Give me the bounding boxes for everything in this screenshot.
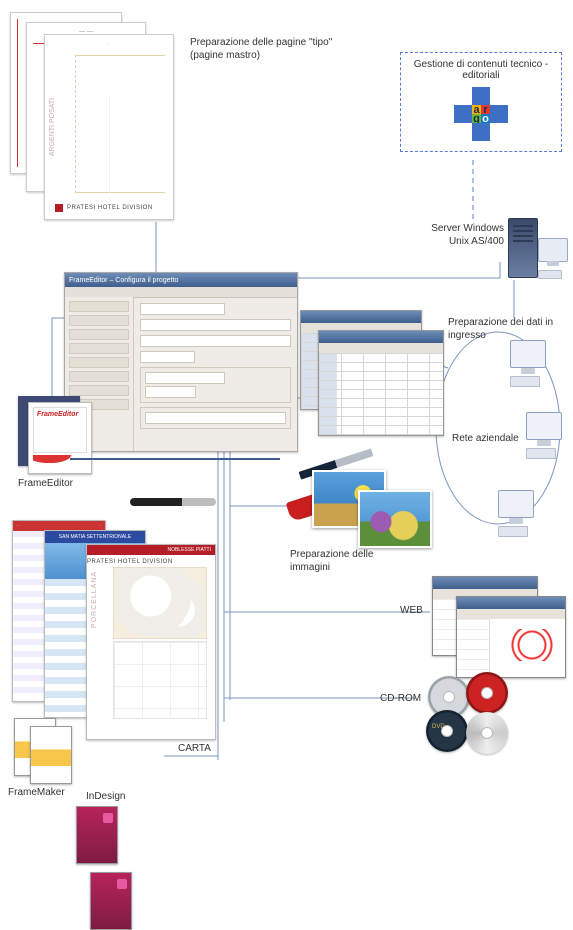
catalog-footer: PRATESI HOTEL DIVISION [87, 555, 215, 566]
catalog-plates-photo [113, 567, 207, 639]
brand-square-icon [55, 204, 63, 212]
label-indesign: InDesign [86, 790, 125, 803]
indesign-box-2 [90, 872, 132, 930]
frameeditor-box-title: FrameEditor [37, 411, 78, 418]
sample-photo-2 [358, 490, 432, 548]
window-title: FrameEditor – Configura il progetto [65, 273, 297, 287]
label-server: Server Windows Unix AS/400 [418, 222, 504, 248]
catalog-tab-text: PORCELLANA [91, 571, 98, 628]
label-data-input: Preparazione dei dati in ingresso [448, 316, 558, 342]
cd-icon-2 [466, 672, 508, 714]
divider [70, 458, 280, 460]
brand-footer-text: PRATESI HOTEL DIVISION [67, 205, 153, 211]
workstation-1 [510, 340, 546, 387]
label-cdrom: CD-ROM [380, 692, 421, 705]
swirl-logo-icon [507, 629, 557, 661]
label-master-pages: Preparazione delle pagine "tipo" (pagine… [190, 36, 340, 62]
label-carta: CARTA [178, 742, 211, 755]
label-image-prep: Preparazione delle immagini [290, 548, 390, 574]
catalog-icon-grid [113, 641, 207, 719]
label-network: Rete aziendale [452, 432, 532, 445]
server-rack [508, 218, 538, 278]
frameeditor-window: FrameEditor – Configura il progetto [64, 272, 298, 452]
catalog-footer-text: PRATESI HOTEL DIVISION [87, 559, 173, 565]
indesign-box [76, 806, 118, 864]
server-monitor [538, 238, 568, 279]
label-content-management: Gestione di contenuti tecnico - editoria… [411, 59, 551, 81]
page-footer: PRATESI HOTEL DIVISION [55, 203, 163, 213]
spreadsheet-front [318, 330, 444, 436]
workstation-3 [498, 490, 534, 537]
page-header-text: · [108, 41, 110, 47]
keyboard-icon [538, 270, 562, 279]
cd-icon-3: DVD [426, 710, 468, 752]
travel-doc-title: SAN MATIA SETTENTRIONALE [45, 531, 145, 543]
frameeditor-box-front: FrameEditor [28, 402, 92, 474]
output-doc-catalog: NOBLESSE PIATTI PORCELLANA PRATESI HOTEL… [86, 544, 216, 740]
master-page-front: · ARGENTI POSATI PRATESI HOTEL DIVISION [44, 34, 174, 220]
monitor-icon [538, 238, 568, 262]
page-side-text: ARGENTI POSATI [49, 98, 56, 156]
framemaker-box-2 [30, 726, 72, 784]
cd-icon-4 [466, 712, 508, 754]
server-tower-icon [508, 218, 538, 278]
cable-icon [130, 498, 216, 506]
content-management-box: Gestione di contenuti tecnico - editoria… [400, 52, 562, 152]
label-web: WEB [400, 604, 423, 617]
argo-letter-o: o [481, 114, 490, 123]
label-frame-editor: FrameEditor [18, 477, 73, 490]
window-form [134, 297, 297, 451]
argo-logo: a r g o [454, 87, 508, 141]
browser-front [456, 596, 566, 678]
catalog-series: NOBLESSE PIATTI [167, 547, 211, 553]
label-framemaker: FrameMaker [8, 786, 65, 799]
argo-letter-g: g [472, 114, 481, 123]
